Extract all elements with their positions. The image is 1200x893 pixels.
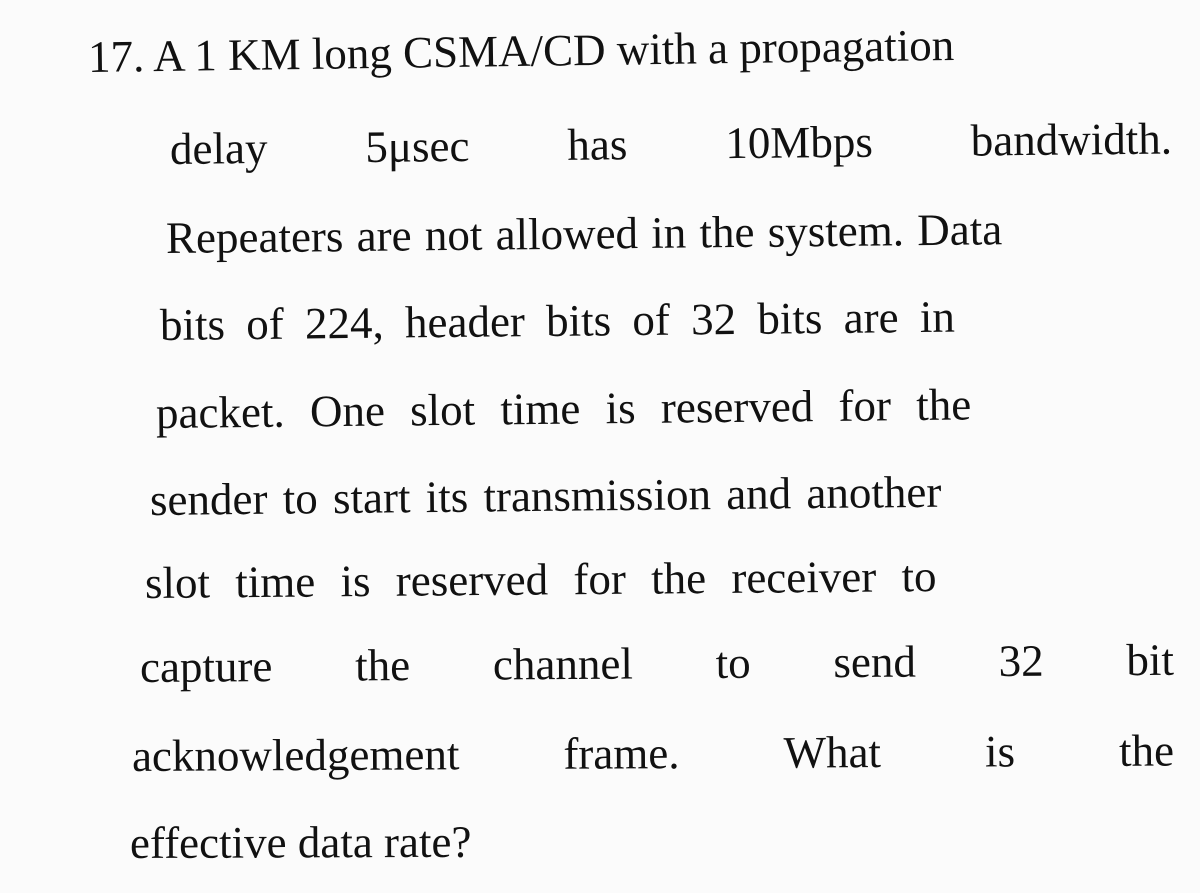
text-line-3: Repeaters are not allowed in the system.… — [165, 204, 1003, 263]
word: What — [783, 727, 882, 778]
word: 5μsec — [365, 120, 470, 172]
word: delay — [169, 122, 268, 174]
word: is — [984, 726, 1016, 777]
word: the — [1118, 725, 1175, 776]
text-line-2: delay 5μsec has 10Mbps bandwidth. — [170, 114, 1172, 174]
text-line-1: 17. A 1 KM long CSMA/CD with a propagati… — [87, 19, 955, 82]
text-line-10: effective data rate? — [129, 816, 472, 868]
text-line-7: slot time is reserved for the receiver t… — [144, 551, 937, 608]
text-line-8: capture the channel to send 32 bit — [140, 635, 1174, 692]
word: capture — [139, 641, 273, 692]
word: bit — [1126, 634, 1175, 686]
text-line-4: bits of 224, header bits of 32 bits are … — [159, 291, 956, 350]
text-line-6: sender to start its transmission and ano… — [149, 466, 942, 525]
word: to — [715, 637, 751, 688]
word: bandwidth. — [970, 113, 1173, 166]
word: has — [567, 119, 628, 170]
word: frame. — [563, 728, 680, 779]
word: 32 — [998, 635, 1044, 687]
document-page: 17. A 1 KM long CSMA/CD with a propagati… — [0, 0, 1200, 893]
word: the — [355, 640, 411, 691]
text-line-9: acknowledgement frame. What is the — [132, 726, 1174, 781]
text-line-5: packet. One slot time is reserved for th… — [155, 379, 972, 438]
word: send — [833, 636, 917, 688]
word: channel — [492, 638, 634, 690]
word: 10Mbps — [725, 116, 874, 169]
word: acknowledgement — [131, 729, 460, 781]
